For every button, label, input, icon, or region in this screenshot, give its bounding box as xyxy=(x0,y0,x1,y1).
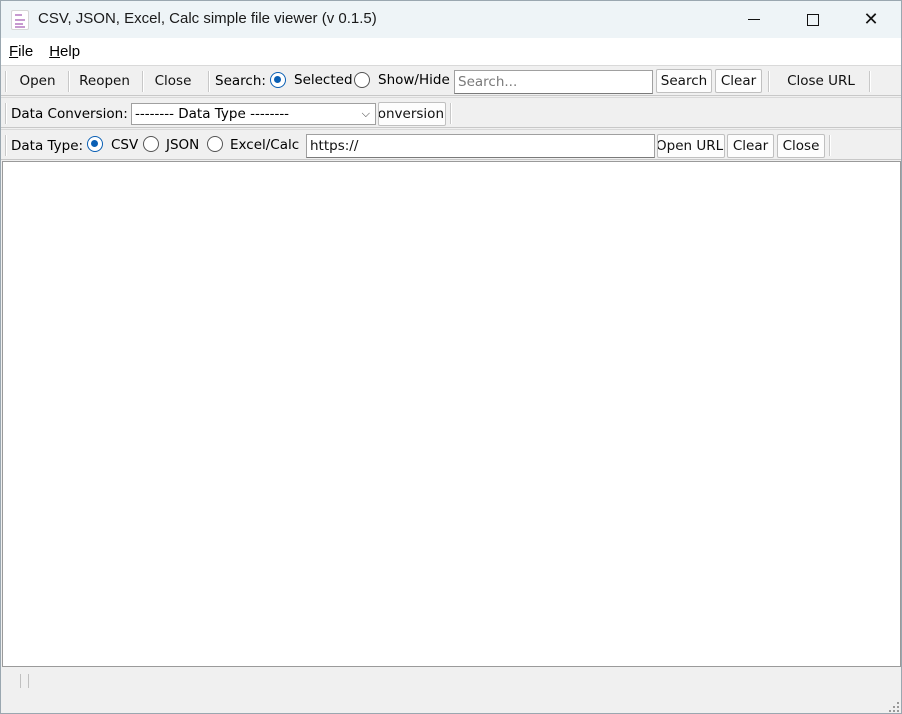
radio-csv[interactable] xyxy=(87,136,103,152)
radio-json-label: JSON xyxy=(166,137,200,153)
app-window: CSV, JSON, Excel, Calc simple file viewe… xyxy=(0,0,902,714)
radio-excel-calc-label: Excel/Calc xyxy=(230,137,300,153)
data-conversion-label: Data Conversion: xyxy=(11,106,128,122)
minimize-button[interactable] xyxy=(725,1,783,38)
menu-bar: File Help xyxy=(1,38,901,65)
window-title: CSV, JSON, Excel, Calc simple file viewe… xyxy=(38,10,377,27)
maximize-button[interactable] xyxy=(784,1,842,38)
radio-show-hide-label: Show/Hide xyxy=(378,72,450,88)
conversion-toolbar: Data Conversion: -------- Data Type ----… xyxy=(1,97,901,128)
data-type-label: Data Type: xyxy=(11,138,84,154)
data-type-select[interactable]: -------- Data Type -------- ⌵ xyxy=(131,103,376,125)
title-bar[interactable]: CSV, JSON, Excel, Calc simple file viewe… xyxy=(1,1,901,38)
data-view-area[interactable] xyxy=(2,161,901,667)
close-icon: ✕ xyxy=(863,9,879,30)
radio-json[interactable] xyxy=(143,136,159,152)
app-icon xyxy=(11,10,29,30)
maximize-icon xyxy=(807,13,819,26)
minimize-icon xyxy=(748,18,760,21)
chevron-down-icon: ⌵ xyxy=(361,107,370,120)
close-file-button[interactable]: Close xyxy=(145,69,201,93)
close-url-button[interactable]: Close URL xyxy=(776,69,866,93)
radio-excel-calc[interactable] xyxy=(207,136,223,152)
clear-search-button[interactable]: Clear xyxy=(715,69,762,93)
data-type-select-value: -------- Data Type -------- xyxy=(135,106,290,122)
url-toolbar: Data Type: CSV JSON Excel/Calc Open URL … xyxy=(1,129,901,160)
radio-show-hide[interactable] xyxy=(354,72,370,88)
search-input[interactable] xyxy=(454,70,653,94)
open-button[interactable]: Open xyxy=(9,69,66,93)
radio-selected[interactable] xyxy=(270,72,286,88)
radio-csv-label: CSV xyxy=(111,137,139,153)
radio-selected-label: Selected xyxy=(294,72,353,88)
status-bar xyxy=(1,668,901,713)
search-label: Search: xyxy=(215,73,266,89)
resize-grip-icon[interactable] xyxy=(889,702,899,712)
close-window-button[interactable]: ✕ xyxy=(842,1,900,38)
menu-help[interactable]: Help xyxy=(41,43,88,60)
reopen-button[interactable]: Reopen xyxy=(71,69,138,93)
clear-url-button[interactable]: Clear xyxy=(727,134,774,158)
conversion-button[interactable]: Conversion xyxy=(378,102,446,126)
close-url-toolbar-button[interactable]: Close xyxy=(777,134,825,158)
url-input[interactable] xyxy=(306,134,655,158)
file-toolbar: Open Reopen Close Search: Selected Show/… xyxy=(1,65,901,96)
open-url-button[interactable]: Open URL xyxy=(657,134,725,158)
menu-file[interactable]: File xyxy=(1,43,41,60)
search-button[interactable]: Search xyxy=(656,69,712,93)
